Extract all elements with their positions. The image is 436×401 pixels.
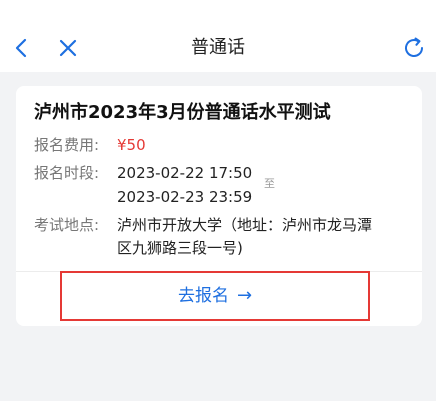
period-end: 2023-02-23 23:59: [117, 188, 253, 206]
location-label: 考试地点:: [34, 216, 100, 234]
period-to-label: 至: [264, 177, 275, 190]
location-line-1: 泸州市开放大学（地址：泸州市龙马潭: [117, 216, 373, 234]
page-title: 普通话: [191, 37, 245, 58]
top-navigation-bar: 普通话: [0, 0, 436, 72]
refresh-icon[interactable]: [400, 34, 428, 62]
register-button[interactable]: 去报名 →: [62, 273, 368, 319]
register-button-label: 去报名: [177, 286, 229, 306]
period-start: 2023-02-22 17:50: [117, 164, 253, 182]
arrow-right-icon: →: [236, 285, 253, 306]
fee-label: 报名费用:: [34, 136, 100, 154]
exam-card: 泸州市2023年3月份普通话水平测试 报名费用: ¥50 报名时段: 2023-…: [16, 86, 422, 326]
period-label: 报名时段:: [34, 164, 100, 182]
exam-title: 泸州市2023年3月份普通话水平测试: [34, 102, 331, 123]
highlight-box: 去报名 →: [60, 271, 370, 321]
location-line-2: 区九狮路三段一号): [117, 239, 243, 257]
fee-value: ¥50: [117, 136, 146, 154]
